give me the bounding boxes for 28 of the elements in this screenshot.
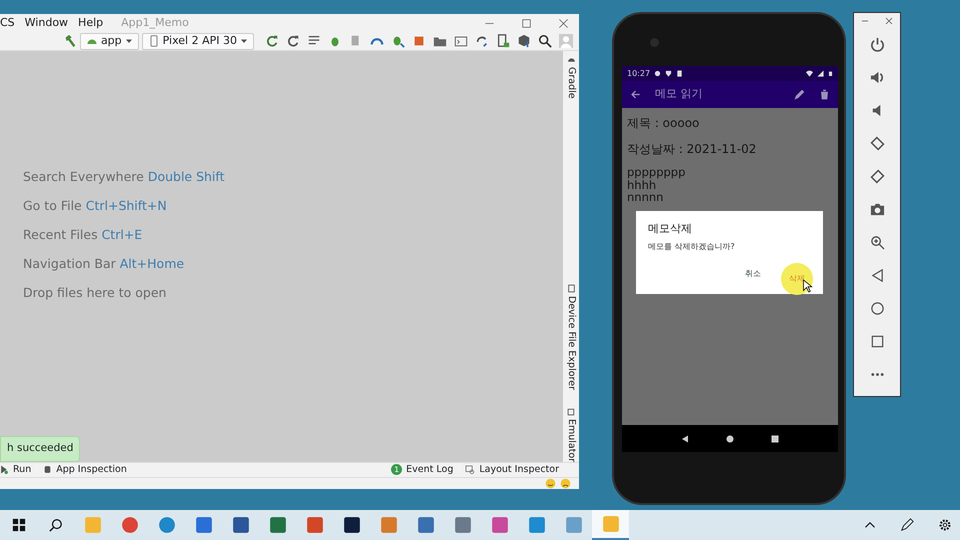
memo-date: 작성날짜 : 2021-11-02 <box>627 141 758 158</box>
dialog-title: 메모삭제 <box>648 221 693 237</box>
memo-body-line: pppppppp <box>627 166 686 179</box>
shortcut-hint: Search Everywhere Double Shift <box>23 168 226 186</box>
memo-title: 제목 : ooooo <box>627 115 700 132</box>
shortcut-hint: Go to File Ctrl+Shift+N <box>23 196 168 215</box>
tool-tab[interactable]: App Inspection <box>43 462 127 477</box>
memo-body-line: nnnnn <box>627 191 664 204</box>
memo-body-line: hhhh <box>627 178 656 192</box>
side-tab[interactable]: Emulator <box>564 406 578 462</box>
side-tab[interactable]: Gradle <box>564 54 578 99</box>
window-title: App1_Memo <box>121 15 189 32</box>
shortcut-hint: Recent Files Ctrl+E <box>23 226 144 244</box>
tool-tab[interactable]: Layout Inspector <box>465 462 559 477</box>
dialog-button[interactable]: 취소 <box>745 268 761 280</box>
menu-item[interactable]: Help <box>78 15 104 32</box>
notification-toast: h succeeded <box>0 436 80 462</box>
run-config-dropdown[interactable]: app <box>80 32 139 50</box>
device-dropdown[interactable]: Pixel 2 API 30 <box>142 32 254 50</box>
menu-item[interactable]: Window <box>24 15 68 32</box>
menu-item[interactable]: CS <box>0 15 15 32</box>
side-tab[interactable]: Device File Explorer <box>564 284 578 390</box>
tool-tab[interactable]: Run <box>0 462 32 477</box>
status-time: 10:27 <box>627 68 650 80</box>
shortcut-hint: Navigation Bar Alt+Home <box>23 254 186 273</box>
app-bar-title: 메모 읽기 <box>655 86 702 102</box>
shortcut-hint: Drop files here to open <box>23 284 168 302</box>
dialog-message: 메모를 삭제하겠습니까? <box>648 240 736 252</box>
